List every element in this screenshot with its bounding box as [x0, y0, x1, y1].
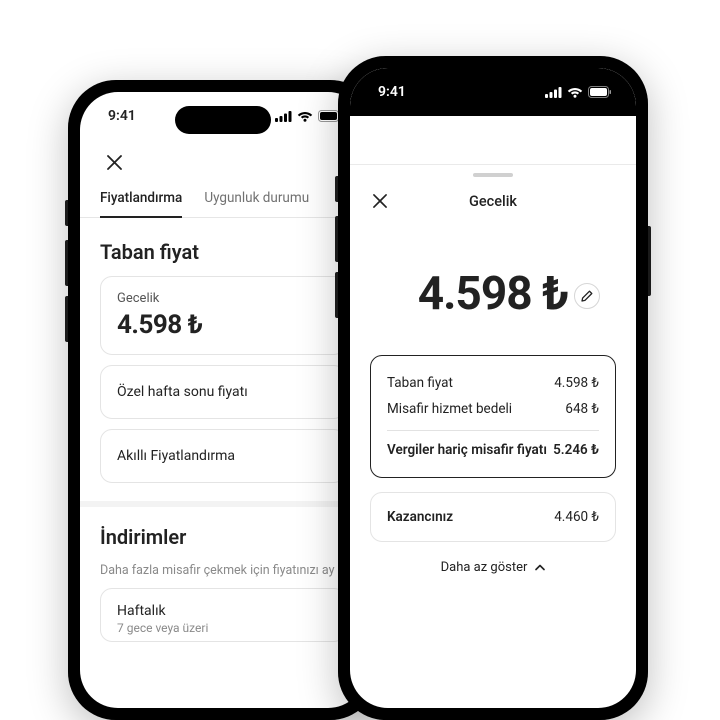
close-icon [373, 194, 387, 208]
pencil-icon [581, 290, 593, 302]
close-button[interactable] [100, 148, 128, 176]
dynamic-island [175, 106, 271, 134]
status-bar: 9:41 [350, 68, 636, 116]
service-fee-label: Misafir hizmet bedeli [387, 401, 512, 417]
weekend-price-card[interactable]: Özel hafta sonu fiyatı [100, 365, 346, 419]
close-button[interactable] [366, 187, 394, 215]
hero-price: 4.598 ₺ [350, 225, 636, 327]
edit-price-button[interactable] [574, 283, 600, 309]
guest-total-label: Vergiler hariç misafir fiyatı [387, 442, 547, 458]
row-guest-total: Vergiler hariç misafir fiyatı 5.246 ₺ [387, 437, 599, 463]
phone-pricing: 9:41 Fiyatlandırma Uygunluk durumu Taban… [68, 80, 378, 720]
cellular-icon [275, 111, 292, 122]
volume-button [335, 272, 338, 318]
chevron-up-icon [535, 564, 545, 571]
volume-button [335, 216, 338, 262]
tabs: Fiyatlandırma Uygunluk durumu [80, 184, 366, 218]
weekly-label: Haftalık [117, 603, 329, 619]
volume-button [65, 240, 68, 286]
show-less-button[interactable]: Daha az göster [350, 542, 636, 575]
row-base-price: Taban fiyat 4.598 ₺ [387, 370, 599, 396]
wifi-icon [567, 87, 583, 98]
smart-pricing-label: Akıllı Fiyatlandırma [117, 448, 235, 464]
guest-total-value: 5.246 ₺ [553, 442, 599, 458]
earnings-box: Kazancınız 4.460 ₺ [370, 492, 616, 542]
smart-pricing-card[interactable]: Akıllı Fiyatlandırma [100, 429, 346, 483]
show-less-label: Daha az göster [441, 560, 528, 575]
sheet: Gecelik 4.598 ₺ Taban fiyat 4.598 ₺ Misa… [350, 164, 636, 575]
base-price-value: 4.598 ₺ [554, 375, 599, 391]
weekly-sublabel: 7 gece veya üzeri [117, 621, 329, 635]
sheet-handle[interactable] [473, 173, 513, 177]
discounts-subtext: Daha fazla misafir çekmek için fiyatınız… [80, 561, 366, 588]
row-service-fee: Misafir hizmet bedeli 648 ₺ [387, 396, 599, 422]
wifi-icon [297, 111, 313, 122]
status-time: 9:41 [378, 84, 406, 100]
phone-breakdown: 9:41 Gecelik 4.598 ₺ [338, 56, 648, 720]
weekly-discount-card[interactable]: Haftalık 7 gece veya üzeri [100, 588, 346, 642]
earnings-value: 4.460 ₺ [554, 509, 599, 525]
base-price-label: Taban fiyat [387, 375, 453, 391]
tab-pricing[interactable]: Fiyatlandırma [100, 190, 182, 218]
discounts-heading: İndirimler [80, 507, 366, 561]
status-icons [275, 110, 342, 122]
base-price-heading: Taban fiyat [80, 218, 366, 276]
breakdown-divider [387, 430, 599, 431]
status-icons [545, 86, 612, 98]
nightly-price: 4.598 ₺ [117, 310, 329, 340]
status-time: 9:41 [108, 108, 136, 124]
earnings-label: Kazancınız [387, 509, 453, 525]
cellular-icon [545, 87, 562, 98]
weekend-price-label: Özel hafta sonu fiyatı [117, 384, 248, 400]
nightly-price-card[interactable]: Gecelik 4.598 ₺ [100, 276, 346, 355]
topbar [80, 140, 366, 184]
close-icon [107, 155, 122, 170]
battery-icon [588, 86, 612, 98]
service-fee-value: 648 ₺ [565, 401, 599, 417]
hero-price-amount: 4.598 ₺ [418, 267, 569, 321]
power-button [648, 226, 651, 296]
tab-availability[interactable]: Uygunluk durumu [204, 190, 309, 217]
volume-button [65, 296, 68, 342]
sheet-title: Gecelik [406, 193, 580, 210]
volume-button [335, 176, 338, 202]
nightly-label: Gecelik [117, 291, 329, 306]
volume-button [65, 200, 68, 226]
price-breakdown: Taban fiyat 4.598 ₺ Misafir hizmet bedel… [370, 355, 616, 478]
